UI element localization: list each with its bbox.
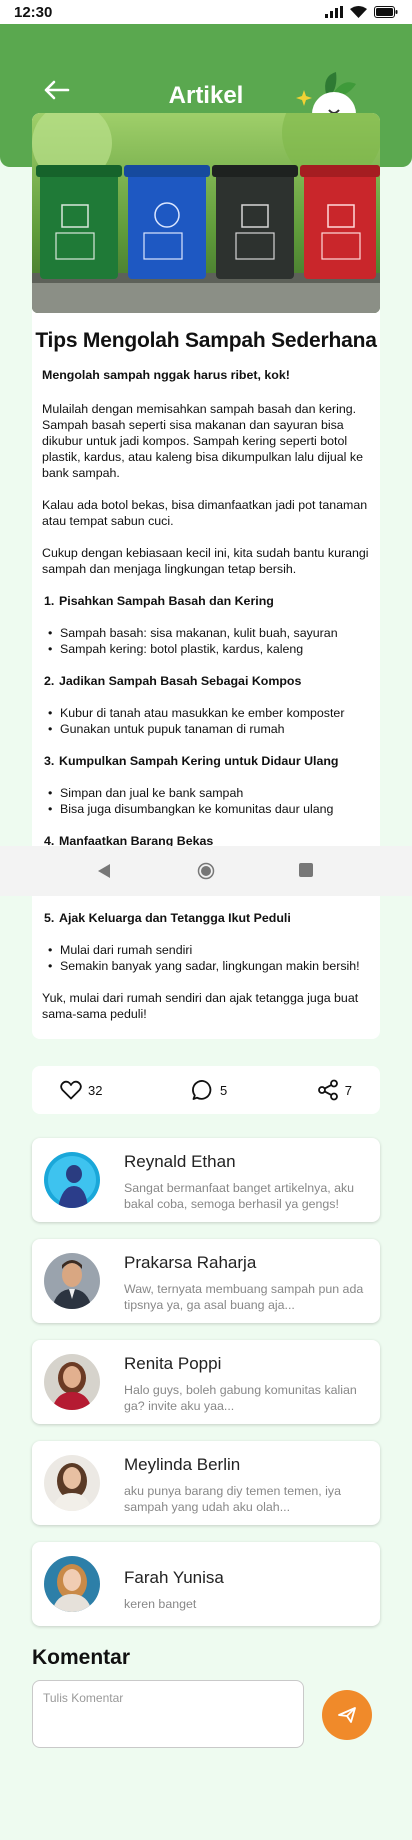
commenter-name: Reynald Ethan (124, 1152, 236, 1171)
section-heading: 2. Jadikan Sampah Basah Sebagai Kompos (44, 674, 302, 688)
list-item: • Bisa juga disumbangkan ke komunitas dau… (48, 802, 334, 816)
signal-icon (325, 6, 343, 18)
share-button[interactable]: 7 (317, 1079, 352, 1101)
reactions-bar: 32 5 7 (32, 1066, 380, 1114)
section-heading: 3. Kumpulkan Sampah Kering untuk Didaur U… (44, 754, 339, 768)
send-icon (338, 1707, 356, 1723)
section-list: • Mulai dari rumah sendiri • Semakin banya… (42, 942, 378, 974)
share-icon (317, 1079, 338, 1101)
list-item: • Semakin banyak yang sadar, lingkungan m… (48, 959, 360, 973)
status-time: 12:30 (14, 3, 53, 21)
system-nav-bar (0, 846, 412, 896)
list-item: • Kubur di tanah atau masukkan ke ember k… (48, 706, 345, 720)
avatar (44, 1253, 100, 1309)
article-body-continued: 5. Ajak Keluarga dan Tetangga Ikut Peduli… (42, 910, 378, 1022)
section-heading: 5. Ajak Keluarga dan Tetangga Ikut Peduli (44, 911, 291, 925)
article-body: Mengolah sampah nggak harus ribet, kok! … (42, 367, 378, 865)
nav-home-icon[interactable] (197, 862, 215, 880)
status-bar: 12:30 (0, 0, 412, 24)
avatar (44, 1152, 100, 1208)
comment-text: Waw, ternyata membuang sampah pun ada ti… (124, 1282, 364, 1312)
heart-icon (60, 1080, 82, 1100)
comment-card: Reynald Ethan Sangat bermanfaat banget a… (32, 1138, 380, 1222)
comment-card: Renita Poppi Halo guys, boleh gabung kom… (32, 1340, 380, 1424)
comment-text: Sangat bermanfaat banget artikelnya, aku… (124, 1181, 355, 1211)
share-count: 7 (344, 1082, 352, 1098)
avatar (44, 1354, 100, 1410)
comment-form-heading: Komentar (32, 1646, 131, 1669)
chat-bubble-icon (192, 1080, 212, 1100)
comment-text: aku punya barang diy temen temen, iya sa… (124, 1484, 341, 1514)
commenter-name: Farah Yunisa (124, 1568, 224, 1587)
article-card: Tips Mengolah Sampah Sederhana Mengolah … (32, 113, 380, 1039)
section-list: • Sampah basah: sisa makanan, kulit buah,… (42, 625, 378, 657)
list-item: • Sampah basah: sisa makanan, kulit buah,… (48, 626, 338, 640)
article-lead: Mengolah sampah nggak harus ribet, kok! (42, 368, 290, 382)
section-list: • Simpan dan jual ke bank sampah • Bisa ju… (42, 785, 378, 817)
article-paragraph: Mulailah dengan memisahkan sampah basah … (42, 402, 363, 480)
article-paragraph: Kalau ada botol bekas, bisa dimanfaatkan… (42, 498, 368, 528)
wifi-icon (350, 6, 367, 18)
list-item: • Simpan dan jual ke bank sampah (48, 786, 244, 800)
commenter-name: Prakarsa Raharja (124, 1253, 257, 1272)
status-icons (325, 6, 398, 18)
list-item: • Gunakan untuk pupuk tanaman di rumah (48, 722, 285, 736)
like-button[interactable]: 32 (60, 1080, 102, 1100)
article-closing: Yuk, mulai dari rumah sendiri dan ajak t… (42, 991, 359, 1021)
comment-input[interactable] (32, 1680, 304, 1748)
comment-count-button[interactable]: 5 (192, 1079, 227, 1101)
avatar (44, 1556, 100, 1612)
section-list: • Kubur di tanah atau masukkan ke ember k… (42, 705, 378, 737)
nav-back-icon[interactable] (97, 863, 111, 879)
comment-text: Halo guys, boleh gabung komunitas kalian… (124, 1383, 357, 1413)
nav-recent-icon[interactable] (299, 863, 313, 877)
section-heading: 1. Pisahkan Sampah Basah dan Kering (44, 594, 274, 608)
comment-card: Meylinda Berlin aku punya barang diy tem… (32, 1441, 380, 1525)
comment-text: keren banget (124, 1597, 197, 1611)
avatar (44, 1455, 100, 1511)
comment-card: Farah Yunisa keren banget (32, 1542, 380, 1626)
article-paragraph: Cukup dengan kebiasaan kecil ini, kita s… (42, 546, 369, 576)
list-item: • Mulai dari rumah sendiri (48, 943, 193, 957)
comment-count: 5 (220, 1082, 228, 1098)
battery-icon (374, 6, 398, 18)
commenter-name: Renita Poppi (124, 1354, 222, 1373)
article-title: Tips Mengolah Sampah Sederhana (35, 329, 377, 352)
commenter-name: Meylinda Berlin (124, 1455, 241, 1474)
send-button[interactable] (322, 1690, 372, 1740)
list-item: • Sampah kering: botol plastik, kardus, k… (48, 642, 304, 656)
like-count: 32 (88, 1082, 103, 1098)
comment-card: Prakarsa Raharja Waw, ternyata membuang … (32, 1239, 380, 1323)
trash-bins-image (32, 113, 380, 313)
